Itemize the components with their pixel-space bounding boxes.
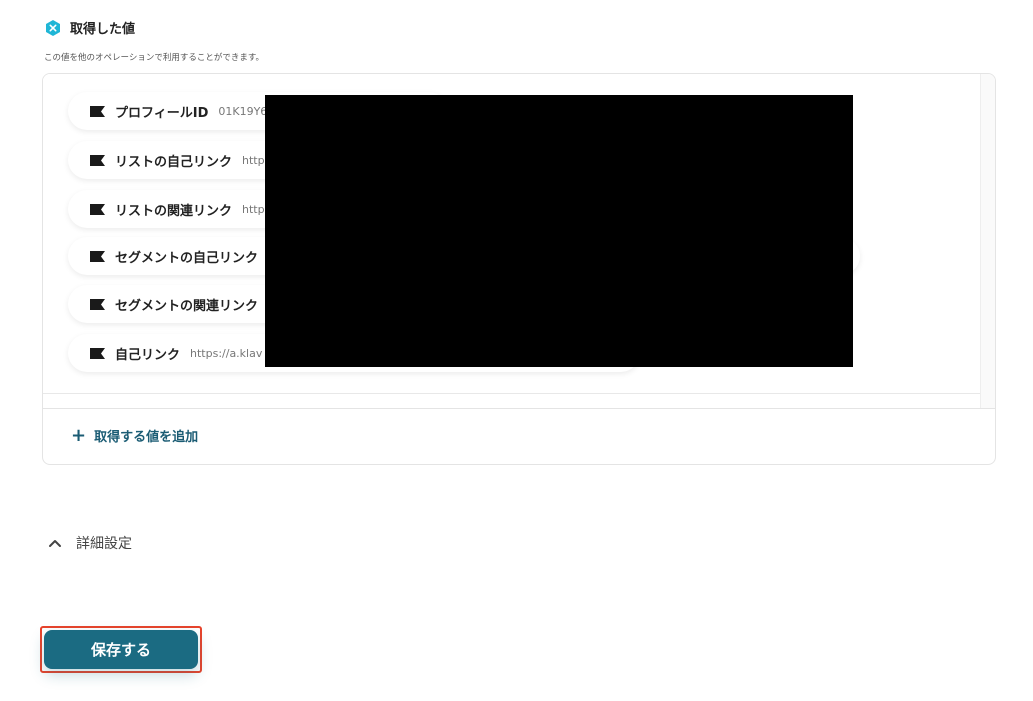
scrollbar[interactable] — [980, 74, 995, 408]
flag-icon — [90, 154, 105, 166]
chip-value: 01K19Y6 — [218, 104, 268, 118]
flag-icon — [90, 250, 105, 262]
section-title: 取得した値 — [70, 22, 136, 37]
chip-label: リストの自己リンク — [115, 154, 233, 170]
chip-label: セグメントの自己リンク — [115, 250, 259, 266]
save-button[interactable]: 保存する — [44, 630, 198, 669]
chip-value: https://a.klav — [190, 346, 263, 360]
chip-label: プロフィールID — [115, 105, 209, 121]
flag-icon — [90, 298, 105, 310]
chip-label: リストの関連リンク — [115, 203, 233, 219]
add-value-label: 取得する値を追加 — [94, 430, 199, 445]
add-value-button[interactable]: + 取得する値を追加 — [71, 426, 198, 445]
flag-icon — [90, 105, 105, 117]
section-header: 取得した値 — [44, 18, 135, 37]
chevron-up-icon — [48, 538, 62, 548]
redacted-area — [265, 95, 853, 367]
divider — [43, 408, 995, 409]
flag-icon — [90, 203, 105, 215]
chip-value: http — [242, 153, 265, 167]
section-description: この値を他のオペレーションで利用することができます。 — [44, 53, 264, 63]
advanced-settings-toggle[interactable]: 詳細設定 — [48, 533, 132, 553]
hexagon-x-icon — [44, 19, 62, 37]
advanced-settings-label: 詳細設定 — [76, 536, 132, 552]
chip-value: http — [242, 202, 265, 216]
plus-icon: + — [71, 424, 87, 446]
chip-label: セグメントの関連リンク — [115, 298, 259, 314]
flag-icon — [90, 347, 105, 359]
chip-label: 自己リンク — [115, 347, 181, 363]
